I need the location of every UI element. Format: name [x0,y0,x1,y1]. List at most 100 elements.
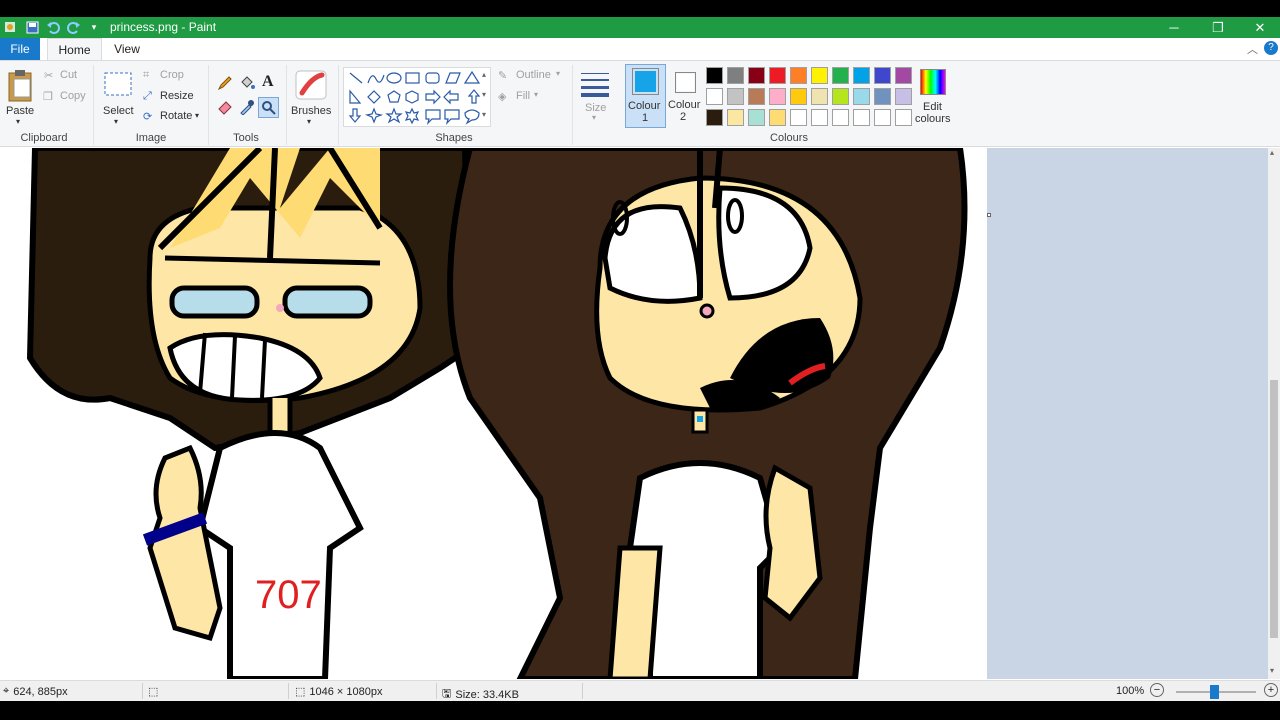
palette-colour[interactable] [727,67,744,84]
palette-colour[interactable] [769,88,786,105]
brushes-button[interactable]: Brushes ▾ [290,65,332,127]
palette-colour[interactable] [853,67,870,84]
colour-picker-icon[interactable] [239,99,255,120]
palette-colour[interactable] [706,109,723,126]
outline-button[interactable]: Outline [516,69,551,81]
size-button[interactable]: Size ▾ [577,67,613,127]
palette-colour[interactable] [853,109,870,126]
redo-icon[interactable] [66,19,82,35]
palette-colour[interactable] [748,67,765,84]
save-icon[interactable] [24,19,40,35]
help-icon[interactable]: ? [1264,41,1278,55]
palette-colour[interactable] [895,109,912,126]
fill-bucket-icon[interactable] [239,75,255,96]
select-icon [104,72,132,96]
minimize-icon[interactable]: ─ [1152,17,1196,38]
palette-colour[interactable] [895,67,912,84]
palette-colour[interactable] [790,109,807,126]
eraser-icon[interactable] [217,99,233,120]
crop-button[interactable]: Crop [160,69,184,81]
image-dimensions: 1046 × 1080px [309,685,383,698]
outline-icon: ✎ [498,70,508,82]
tab-home[interactable]: Home [47,38,102,60]
palette-colour[interactable] [748,109,765,126]
palette-colour[interactable] [853,88,870,105]
canvas-workspace[interactable]: 707 [0,148,1268,679]
scroll-up-icon[interactable]: ▴ [1270,148,1274,157]
paste-button[interactable]: Paste ▾ [4,65,36,126]
selection-size-icon: ⬚ [148,686,159,698]
shapes-scroll-up-icon[interactable]: ▴ [482,70,486,79]
colour1-label: Colour [628,100,661,112]
select-button[interactable]: Select ▾ [100,65,136,127]
drawing-artwork: 707 [26,148,968,679]
file-size: Size: 33.4KB [455,688,519,701]
palette-colour[interactable] [727,88,744,105]
palette-colour[interactable] [895,88,912,105]
palette-colour[interactable] [706,88,723,105]
size-dropdown-icon: ▾ [592,113,597,122]
zoom-out-icon[interactable]: − [1150,683,1164,697]
colour2-button[interactable]: Colour 2 [666,64,704,128]
restore-icon[interactable]: ❐ [1196,17,1240,38]
shapes-gallery[interactable]: ▴ ▾ ▾ [343,67,491,127]
colour2-swatch [675,72,696,93]
quick-access-dropdown-icon[interactable]: ▾ [86,19,102,35]
magnifier-button[interactable] [258,97,279,118]
magnifier-icon [262,101,276,115]
edit-colours-label: Edit [923,101,942,113]
palette-colour[interactable] [811,109,828,126]
palette-colour[interactable] [727,109,744,126]
palette-colour[interactable] [874,88,891,105]
palette-colour[interactable] [832,88,849,105]
tab-view[interactable]: View [104,38,150,60]
scrollbar-thumb[interactable] [1270,380,1278,638]
copy-icon: ❐ [43,91,53,103]
rotate-dropdown-icon: ▾ [195,111,200,120]
paste-dropdown-icon: ▾ [16,117,21,126]
text-tool-icon[interactable]: A [262,73,274,91]
zoom-slider-thumb[interactable] [1210,685,1219,699]
window-title: princess.png - Paint [110,20,217,34]
fill-dropdown-icon: ▾ [534,90,539,99]
copy-button[interactable]: Copy [60,90,86,102]
palette-colour[interactable] [811,67,828,84]
colour1-number: 1 [642,112,649,124]
status-bar: ⌖ 624, 885px ⬚ ⬚ 1046 × 1080px 🖫 Size: 3… [0,680,1280,701]
select-dropdown-icon: ▾ [114,117,119,126]
separator [286,65,287,145]
palette-colour[interactable] [874,67,891,84]
paint-app-icon [2,19,18,35]
collapse-ribbon-icon[interactable]: ︿ [1247,41,1258,57]
close-icon[interactable]: ✕ [1238,17,1280,38]
cut-icon: ✂ [44,70,54,82]
palette-colour[interactable] [769,109,786,126]
scroll-down-icon[interactable]: ▾ [1270,666,1274,675]
rotate-button[interactable]: Rotate [160,110,192,122]
zoom-in-icon[interactable]: + [1264,683,1278,697]
pencil-icon[interactable] [217,75,233,96]
palette-colour[interactable] [832,109,849,126]
shapes-more-icon[interactable]: ▾ [482,110,486,119]
undo-icon[interactable] [45,19,61,35]
palette-colour[interactable] [706,67,723,84]
shapes-scroll-down-icon[interactable]: ▾ [482,90,486,99]
resize-button[interactable]: Resize [160,90,194,102]
palette-colour[interactable] [811,88,828,105]
colour1-button[interactable]: Colour 1 [625,64,666,128]
edit-colours-button[interactable]: Edit colours [913,64,953,128]
palette-colour[interactable] [832,67,849,84]
tab-file[interactable]: File [0,38,40,60]
canvas-resize-handle[interactable] [987,213,991,217]
fill-button[interactable]: Fill [516,90,530,102]
cut-button[interactable]: Cut [60,69,77,81]
palette-colour[interactable] [769,67,786,84]
palette-colour[interactable] [874,109,891,126]
palette-colour[interactable] [790,88,807,105]
palette-colour[interactable] [790,67,807,84]
drawing-canvas[interactable]: 707 [0,148,987,679]
colour1-swatch [632,68,659,95]
separator [338,65,339,145]
vertical-scrollbar[interactable]: ▴ ▾ [1268,148,1280,679]
palette-colour[interactable] [748,88,765,105]
